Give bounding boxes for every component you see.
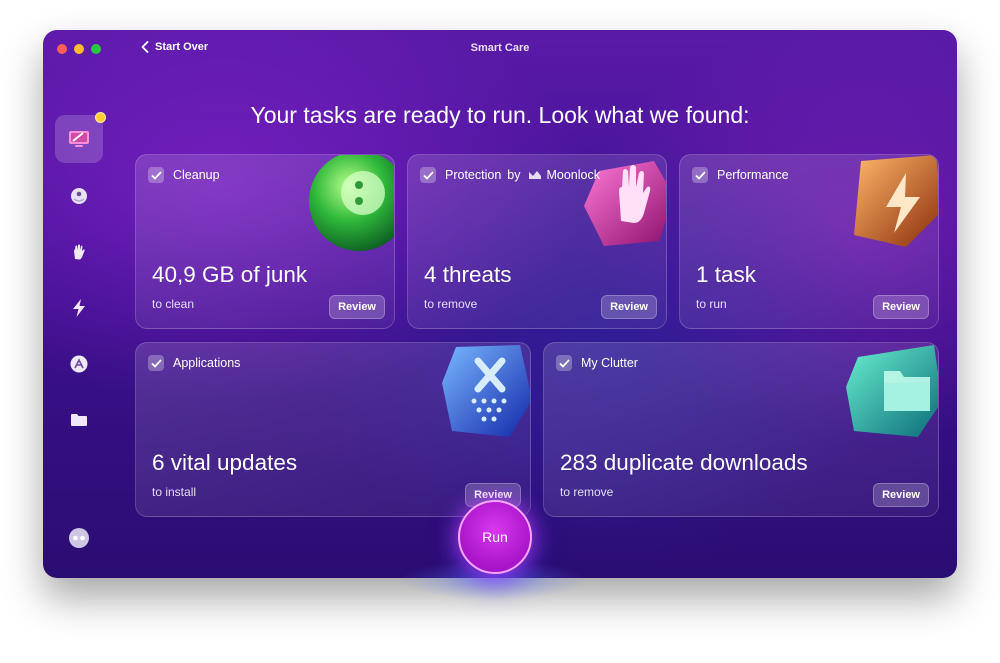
sidebar-assistant-button[interactable] [65, 524, 93, 552]
cleanup-review-button[interactable]: Review [329, 295, 385, 319]
applications-value: 6 vital updates [152, 450, 298, 475]
clutter-title: My Clutter [581, 356, 638, 370]
sidebar-item-protection-ball[interactable] [65, 182, 93, 210]
folder-icon [71, 414, 87, 426]
moonlock-logo-icon [529, 171, 542, 179]
window-title: Smart Care [470, 42, 530, 54]
shield-ball-icon [71, 188, 87, 204]
check-icon [150, 358, 162, 368]
lightning-icon [73, 299, 85, 317]
applications-title: Applications [173, 356, 241, 370]
performance-card: Performance 1 task to run Review [679, 154, 939, 329]
sidebar-item-protection[interactable] [65, 238, 93, 266]
performance-title: Performance [717, 168, 789, 182]
protection-value: 4 threats [424, 262, 512, 287]
clutter-value: 283 duplicate downloads [560, 450, 808, 475]
cleanup-value: 40,9 GB of junk [152, 262, 308, 287]
performance-bolt-icon [854, 155, 938, 247]
performance-sub: to run [696, 297, 727, 311]
sidebar-item-performance[interactable] [65, 294, 93, 322]
protection-review-button[interactable]: Review [601, 295, 657, 319]
cleanup-disc-icon [309, 155, 394, 251]
performance-review-button[interactable]: Review [873, 295, 929, 319]
protection-card: Protection by Moonlock 4 threats to remo… [407, 154, 667, 329]
protection-title-label: Protection [445, 168, 502, 182]
check-icon [150, 170, 162, 180]
app-store-icon [70, 355, 88, 373]
protection-checkbox[interactable] [420, 167, 436, 183]
check-icon [694, 170, 706, 180]
check-icon [558, 358, 570, 368]
applications-checkbox[interactable] [148, 355, 164, 371]
run-button[interactable]: Run [458, 500, 532, 574]
moonlock-brand-label: Moonlock [546, 168, 600, 182]
app-window: Start Over Smart Care Your tasks are rea… [43, 30, 957, 578]
performance-checkbox[interactable] [692, 167, 708, 183]
cleanup-checkbox[interactable] [148, 167, 164, 183]
clutter-review-button[interactable]: Review [873, 483, 929, 507]
applications-updater-icon [442, 345, 530, 437]
protection-by-label: by [507, 168, 521, 182]
protection-title: Protection by Moonlock [445, 168, 600, 182]
check-icon [422, 170, 434, 180]
hand-icon [74, 244, 85, 260]
performance-value: 1 task [696, 262, 757, 287]
sidebar-item-applications[interactable] [65, 350, 93, 378]
cleanup-screen-icon [69, 131, 89, 147]
assistant-icon [69, 528, 89, 548]
cleanup-sub: to clean [152, 297, 195, 311]
sidebar-item-files[interactable] [65, 406, 93, 434]
clutter-card: My Clutter 283 duplicate downloads to re… [543, 342, 939, 517]
headline: Your tasks are ready to run. Look what w… [250, 102, 750, 128]
cleanup-title: Cleanup [173, 168, 220, 182]
applications-sub: to install [152, 485, 197, 499]
clutter-folder-icon [846, 345, 938, 437]
cleanup-card: Cleanup 40,9 GB of junk to clean Review [135, 154, 395, 329]
clutter-checkbox[interactable] [556, 355, 572, 371]
clutter-sub: to remove [560, 485, 614, 499]
applications-card: Applications 6 vital updates to install … [135, 342, 531, 517]
protection-sub: to remove [424, 297, 478, 311]
